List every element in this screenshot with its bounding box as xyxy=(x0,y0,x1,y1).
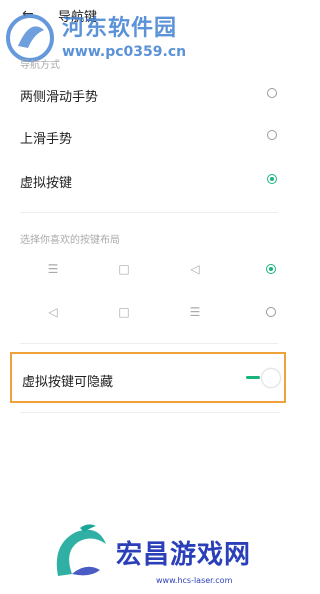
option-label: 上滑手势 xyxy=(20,132,73,147)
watermark-bottom-url: www.hcs-laser.com xyxy=(156,576,233,585)
radio-unchecked[interactable] xyxy=(266,307,276,317)
option-two-side-gesture[interactable]: 两侧滑动手势 xyxy=(0,74,298,114)
watermark-bottom: 宏昌游戏网 www.hcs-laser.com xyxy=(44,520,294,590)
home-square-icon: □ xyxy=(118,305,130,319)
hide-keys-label: 虚拟按键可隐藏 xyxy=(22,375,114,390)
watermark-bottom-title: 宏昌游戏网 xyxy=(116,540,252,570)
layout-section-label: 选择你喜欢的按键布局 xyxy=(20,235,120,246)
divider xyxy=(20,212,278,213)
watermark-dragon-logo-icon xyxy=(56,524,106,576)
radio-unchecked[interactable] xyxy=(267,130,277,140)
menu-icon: ☰ xyxy=(47,262,59,276)
option-label: 两侧滑动手势 xyxy=(20,90,99,105)
hide-keys-toggle[interactable] xyxy=(246,369,280,387)
watermark-top-title: 河东软件园 xyxy=(62,16,178,41)
divider xyxy=(20,412,280,413)
toggle-track xyxy=(246,376,260,379)
option-virtual-keys[interactable]: 虚拟按键 xyxy=(0,160,298,200)
divider xyxy=(20,343,278,344)
radio-checked[interactable] xyxy=(267,174,277,184)
layout-option-1[interactable]: ☰ □ ◁ xyxy=(0,252,298,286)
watermark-top-url: www.pc0359.cn xyxy=(62,44,187,60)
nav-mode-section-label: 导航方式 xyxy=(20,60,60,71)
menu-icon: ☰ xyxy=(189,305,201,319)
back-triangle-icon: ◁ xyxy=(48,305,58,319)
layout-option-2[interactable]: ◁ □ ☰ xyxy=(0,295,298,329)
home-square-icon: □ xyxy=(118,262,130,276)
radio-unchecked[interactable] xyxy=(267,88,277,98)
option-swipe-up-gesture[interactable]: 上滑手势 xyxy=(0,116,298,156)
toggle-knob[interactable] xyxy=(262,369,280,387)
radio-checked[interactable] xyxy=(266,264,276,274)
hide-keys-row-highlight[interactable]: 虚拟按键可隐藏 xyxy=(10,352,286,403)
back-triangle-icon: ◁ xyxy=(190,262,200,276)
option-label: 虚拟按键 xyxy=(20,176,73,191)
